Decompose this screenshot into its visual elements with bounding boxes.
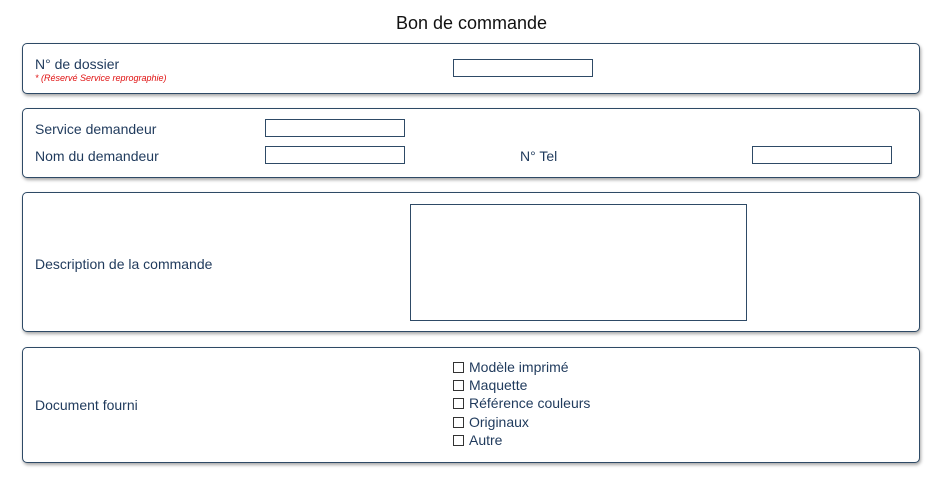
description-panel: Description de la commande — [22, 192, 920, 332]
option-label: Autre — [469, 432, 503, 448]
service-label: Service demandeur — [35, 121, 157, 137]
dossier-label: N° de dossier — [35, 56, 120, 72]
documents-panel: Document fourni Modèle imprimé Maquette … — [22, 347, 920, 463]
service-input[interactable] — [265, 119, 405, 137]
option-reference-couleurs[interactable]: Référence couleurs — [453, 395, 590, 411]
option-label: Maquette — [469, 377, 528, 393]
requester-name-label: Nom du demandeur — [35, 148, 159, 164]
option-maquette[interactable]: Maquette — [453, 377, 527, 393]
checkbox-autre[interactable] — [453, 434, 464, 446]
option-label: Originaux — [469, 414, 529, 430]
option-label: Référence couleurs — [469, 395, 591, 411]
dossier-note: * (Réservé Service reprographie) — [35, 73, 167, 83]
phone-label: N° Tel — [520, 148, 558, 164]
checkbox-maquette[interactable] — [453, 379, 464, 391]
description-label: Description de la commande — [35, 256, 213, 272]
checkbox-modele-imprime[interactable] — [453, 361, 464, 373]
requester-name-input[interactable] — [265, 146, 405, 164]
option-autre[interactable]: Autre — [453, 432, 502, 448]
page-title: Bon de commande — [395, 13, 548, 33]
option-originaux[interactable]: Originaux — [453, 414, 529, 430]
dossier-number-input[interactable] — [453, 59, 593, 77]
checkbox-reference-couleurs[interactable] — [453, 397, 464, 409]
description-textarea[interactable] — [410, 204, 747, 321]
documents-label: Document fourni — [35, 397, 138, 413]
option-label: Modèle imprimé — [469, 359, 569, 375]
phone-input[interactable] — [752, 146, 892, 164]
dossier-panel: N° de dossier * (Réservé Service reprogr… — [22, 43, 920, 94]
requester-panel: Service demandeur Nom du demandeur N° Te… — [22, 108, 920, 178]
option-modele-imprime[interactable]: Modèle imprimé — [453, 359, 569, 375]
checkbox-originaux[interactable] — [453, 416, 464, 428]
